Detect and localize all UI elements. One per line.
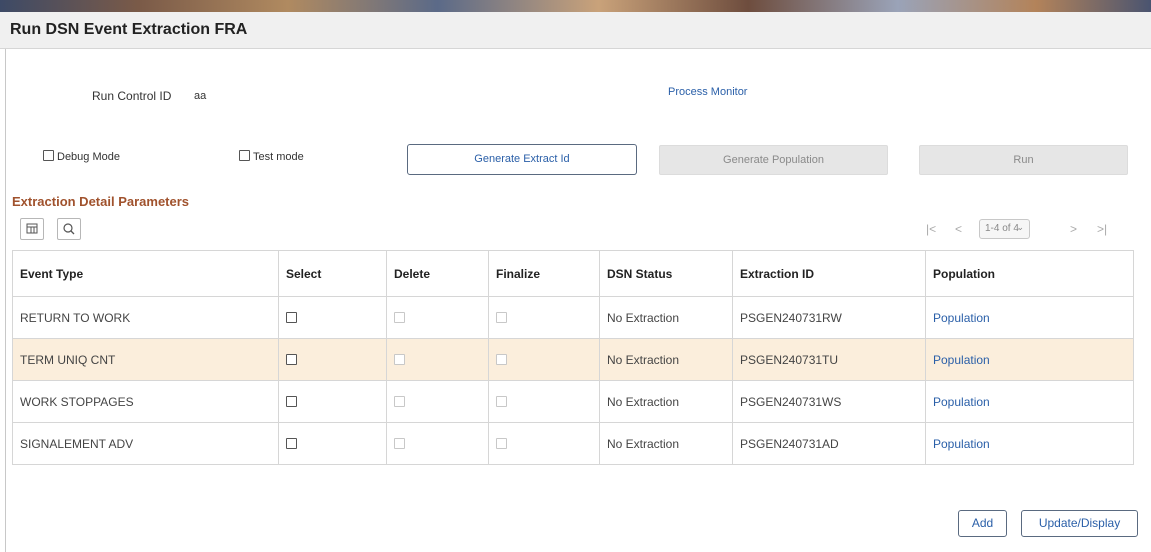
pager-range-value: 1-4 of 4: [985, 223, 1019, 234]
extraction-detail-grid: Event Type Select Delete Finalize DSN St…: [12, 250, 1134, 465]
generate-population-button[interactable]: Generate Population: [659, 145, 888, 175]
finalize-cell: [488, 422, 600, 465]
run-button[interactable]: Run: [919, 145, 1128, 175]
test-mode-label: Test mode: [253, 151, 304, 163]
table-row: SIGNALEMENT ADV No Extraction PSGEN24073…: [12, 422, 1134, 465]
run-control-label: Run Control ID: [92, 89, 172, 103]
finalize-cell: [488, 338, 600, 381]
dsn-status-cell: No Extraction: [599, 296, 733, 339]
column-header-delete[interactable]: Delete: [386, 250, 489, 297]
delete-checkbox: [394, 395, 405, 407]
event-type-cell: SIGNALEMENT ADV: [12, 422, 279, 465]
test-mode-box[interactable]: [239, 150, 250, 161]
grid-search-button[interactable]: [57, 218, 81, 240]
delete-checkbox: [394, 311, 405, 323]
extraction-id-cell: PSGEN240731WS: [732, 380, 926, 423]
title-bar: Run DSN Event Extraction FRA: [0, 12, 1151, 49]
population-link[interactable]: Population: [933, 353, 990, 367]
delete-checkbox: [394, 353, 405, 365]
update-display-button[interactable]: Update/Display: [1021, 510, 1138, 537]
finalize-cell: [488, 380, 600, 423]
search-icon: [63, 223, 75, 235]
select-checkbox[interactable]: [286, 353, 297, 365]
debug-mode-label: Debug Mode: [57, 151, 120, 163]
dsn-status-cell: No Extraction: [599, 380, 733, 423]
delete-checkbox: [394, 437, 405, 449]
extraction-id-cell: PSGEN240731RW: [732, 296, 926, 339]
header-banner: [0, 0, 1151, 12]
select-cell: [278, 338, 387, 381]
select-cell: [278, 422, 387, 465]
column-header-extraction-id[interactable]: Extraction ID: [732, 250, 926, 297]
event-type-cell: WORK STOPPAGES: [12, 380, 279, 423]
pager-prev-button[interactable]: <: [955, 222, 962, 236]
population-cell: Population: [925, 296, 1134, 339]
grid-personalize-icon: [26, 223, 38, 234]
event-type-cell: TERM UNIQ CNT: [12, 338, 279, 381]
delete-cell: [386, 422, 489, 465]
select-cell: [278, 296, 387, 339]
pager-range-select[interactable]: 1-4 of 4 ⌄: [979, 219, 1030, 239]
table-row: TERM UNIQ CNT No Extraction PSGEN240731T…: [12, 338, 1134, 381]
column-header-event-type[interactable]: Event Type: [12, 250, 279, 297]
population-cell: Population: [925, 338, 1134, 381]
grid-header-row: Event Type Select Delete Finalize DSN St…: [12, 250, 1134, 297]
delete-cell: [386, 380, 489, 423]
section-title: Extraction Detail Parameters: [12, 194, 190, 209]
select-checkbox[interactable]: [286, 437, 297, 449]
population-link[interactable]: Population: [933, 395, 990, 409]
debug-mode-checkbox[interactable]: Debug Mode: [43, 150, 120, 163]
pager-first-button[interactable]: |<: [926, 222, 936, 236]
delete-cell: [386, 338, 489, 381]
generate-extract-id-button[interactable]: Generate Extract Id: [407, 144, 637, 175]
population-cell: Population: [925, 380, 1134, 423]
finalize-checkbox: [496, 437, 507, 449]
column-header-population[interactable]: Population: [925, 250, 1134, 297]
extraction-id-cell: PSGEN240731AD: [732, 422, 926, 465]
finalize-checkbox: [496, 353, 507, 365]
run-control-value: aa: [194, 90, 207, 102]
pager-last-button[interactable]: >|: [1097, 222, 1107, 236]
delete-cell: [386, 296, 489, 339]
dsn-status-cell: No Extraction: [599, 422, 733, 465]
finalize-checkbox: [496, 311, 507, 323]
test-mode-checkbox[interactable]: Test mode: [239, 150, 304, 163]
table-row: WORK STOPPAGES No Extraction PSGEN240731…: [12, 380, 1134, 423]
dsn-status-cell: No Extraction: [599, 338, 733, 381]
population-link[interactable]: Population: [933, 437, 990, 451]
finalize-checkbox: [496, 395, 507, 407]
table-row: RETURN TO WORK No Extraction PSGEN240731…: [12, 296, 1134, 339]
process-monitor-link[interactable]: Process Monitor: [668, 86, 747, 98]
chevron-down-icon: ⌄: [1016, 222, 1024, 232]
column-header-finalize[interactable]: Finalize: [488, 250, 600, 297]
debug-mode-box[interactable]: [43, 150, 54, 161]
select-checkbox[interactable]: [286, 395, 297, 407]
select-cell: [278, 380, 387, 423]
page-title: Run DSN Event Extraction FRA: [10, 21, 248, 38]
select-checkbox[interactable]: [286, 311, 297, 323]
extraction-id-cell: PSGEN240731TU: [732, 338, 926, 381]
add-button[interactable]: Add: [958, 510, 1007, 537]
pager-next-button[interactable]: >: [1070, 222, 1077, 236]
finalize-cell: [488, 296, 600, 339]
event-type-cell: RETURN TO WORK: [12, 296, 279, 339]
grid-personalize-button[interactable]: [20, 218, 44, 240]
population-link[interactable]: Population: [933, 311, 990, 325]
column-header-dsn-status[interactable]: DSN Status: [599, 250, 733, 297]
population-cell: Population: [925, 422, 1134, 465]
column-header-select[interactable]: Select: [278, 250, 387, 297]
